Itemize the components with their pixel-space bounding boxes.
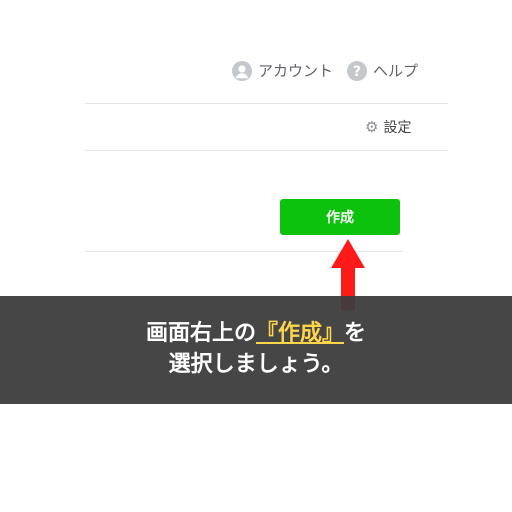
help-icon: ? xyxy=(347,60,368,81)
instruction-line-1: 画面右上の『作成』を xyxy=(0,318,512,349)
account-label: アカウント xyxy=(258,62,334,80)
instruction-banner: 画面右上の『作成』を 選択しましょう。 xyxy=(0,296,512,404)
gear-icon: ⚙ xyxy=(365,117,379,136)
svg-text:?: ? xyxy=(353,64,361,80)
settings-label: 設定 xyxy=(383,120,412,136)
instruction-text-before: 画面右上の xyxy=(145,321,256,346)
create-button[interactable]: 作成 xyxy=(280,199,400,235)
user-icon xyxy=(232,60,252,81)
settings-link[interactable]: ⚙ 設定 xyxy=(365,117,411,137)
help-link[interactable]: ? ヘルプ xyxy=(347,60,418,81)
help-label: ヘルプ xyxy=(373,62,419,80)
top-nav: アカウント ? ヘルプ xyxy=(232,60,418,81)
instruction-line-2: 選択しましょう。 xyxy=(168,352,344,377)
toolbar-divider xyxy=(85,150,448,151)
account-link[interactable]: アカウント xyxy=(232,60,333,81)
instruction-text-after: を xyxy=(344,321,367,346)
header-divider xyxy=(85,103,448,104)
instruction-highlight: 『作成』 xyxy=(255,321,344,346)
